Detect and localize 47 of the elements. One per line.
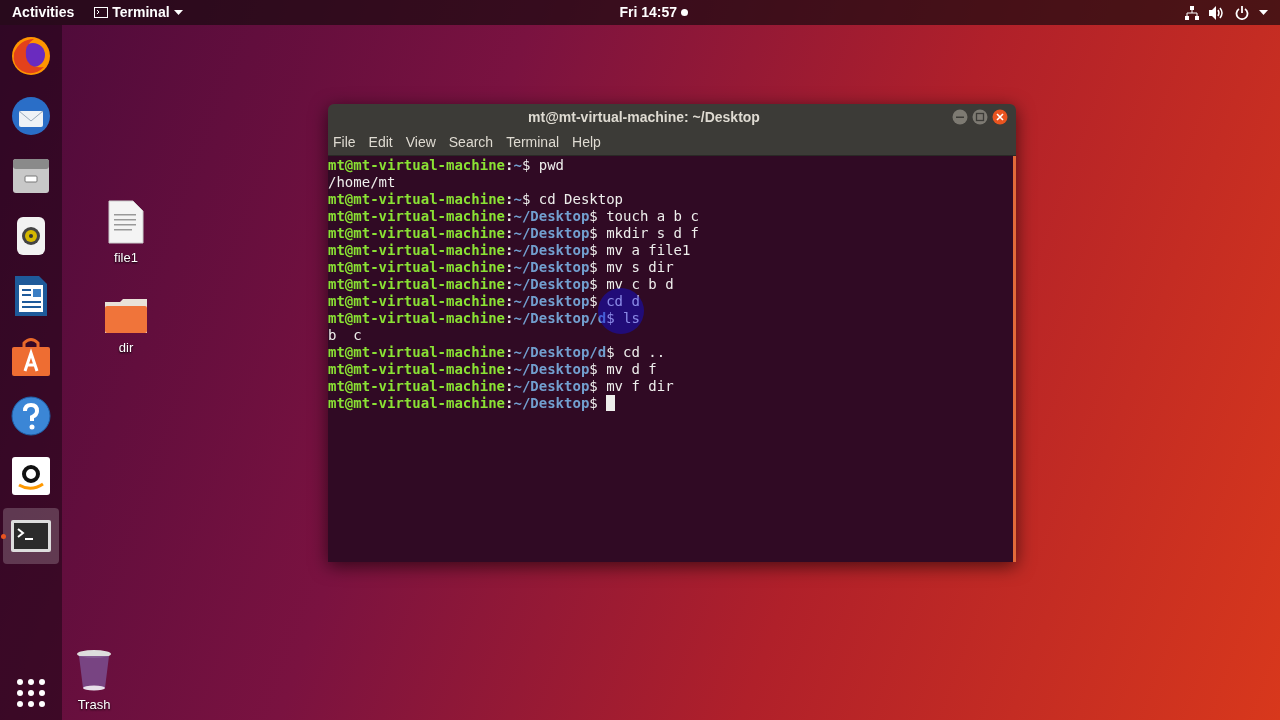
prompt-line: mt@mt-virtual-machine:~/Desktop$ cd d bbox=[328, 293, 640, 310]
caret-icon bbox=[173, 10, 183, 15]
output-line: /home/mt bbox=[328, 174, 396, 191]
prompt-line: mt@mt-virtual-machine:~$ cd Desktop bbox=[328, 191, 624, 208]
menu-item[interactable]: View bbox=[405, 132, 436, 153]
prompt-line: mt@mt-virtual-machine:~/Desktop$ mv d f bbox=[328, 361, 657, 378]
help-icon bbox=[11, 396, 51, 436]
dock-item[interactable] bbox=[3, 508, 59, 564]
trash-icon bbox=[76, 648, 112, 691]
minimize-icon[interactable] bbox=[952, 109, 968, 125]
caret-icon[interactable] bbox=[1259, 10, 1268, 15]
clock[interactable]: Fri 14:57 bbox=[619, 2, 678, 23]
speaker-icon bbox=[15, 216, 47, 256]
activities-button[interactable]: Activities bbox=[12, 2, 75, 23]
icon-label: Trash bbox=[77, 695, 111, 714]
prompt-line: mt@mt-virtual-machine:~/Desktop$ mv a file1 bbox=[328, 242, 691, 259]
terminal-icon bbox=[94, 7, 109, 18]
app-menu[interactable]: Terminal bbox=[94, 2, 183, 23]
file-icon bbox=[108, 200, 144, 244]
menu-item[interactable]: Terminal bbox=[506, 132, 560, 153]
icon-label: dir bbox=[118, 338, 134, 357]
document-icon bbox=[13, 275, 49, 317]
menu-item[interactable]: Edit bbox=[368, 132, 393, 153]
prompt-line: mt@mt-virtual-machine:~/Desktop$ mkdir s d f bbox=[328, 225, 699, 242]
prompt-line: mt@mt-virtual-machine:~/Desktop$ touch a b c bbox=[328, 208, 699, 225]
volume-icon[interactable] bbox=[1209, 5, 1225, 20]
prompt-line: mt@mt-virtual-machine:~/Desktop/d$ ls bbox=[328, 310, 640, 327]
prompt-line: mt@mt-virtual-machine:~$ pwd bbox=[328, 157, 565, 174]
terminal-icon bbox=[10, 519, 52, 553]
cabinet-icon bbox=[11, 156, 51, 196]
network-icon[interactable] bbox=[1185, 5, 1199, 20]
prompt-line: mt@mt-virtual-machine:~/Desktop$ bbox=[328, 395, 616, 412]
shopping-bag-icon bbox=[11, 335, 51, 377]
prompt-line: mt@mt-virtual-machine:~/Desktop$ mv c b d bbox=[328, 276, 674, 293]
power-icon[interactable] bbox=[1235, 5, 1249, 20]
menu-item[interactable]: Search bbox=[448, 132, 494, 153]
window-title: mt@mt-virtual-machine: ~/Desktop bbox=[528, 109, 760, 125]
prompt-line: mt@mt-virtual-machine:~/Desktop$ mv f dir bbox=[328, 378, 674, 395]
app-grid-icon[interactable] bbox=[16, 678, 46, 708]
prompt-line: mt@mt-virtual-machine:~/Desktop$ mv s dir bbox=[328, 259, 674, 276]
prompt-line: mt@mt-virtual-machine:~/Desktop/d$ cd .. bbox=[328, 344, 666, 361]
icon-label: file1 bbox=[114, 249, 138, 267]
folder-icon bbox=[104, 297, 148, 334]
output-line: b c bbox=[328, 327, 362, 344]
close-icon[interactable] bbox=[992, 109, 1008, 125]
menu-item[interactable]: Help bbox=[572, 132, 601, 153]
menu-item[interactable]: File bbox=[333, 132, 356, 153]
